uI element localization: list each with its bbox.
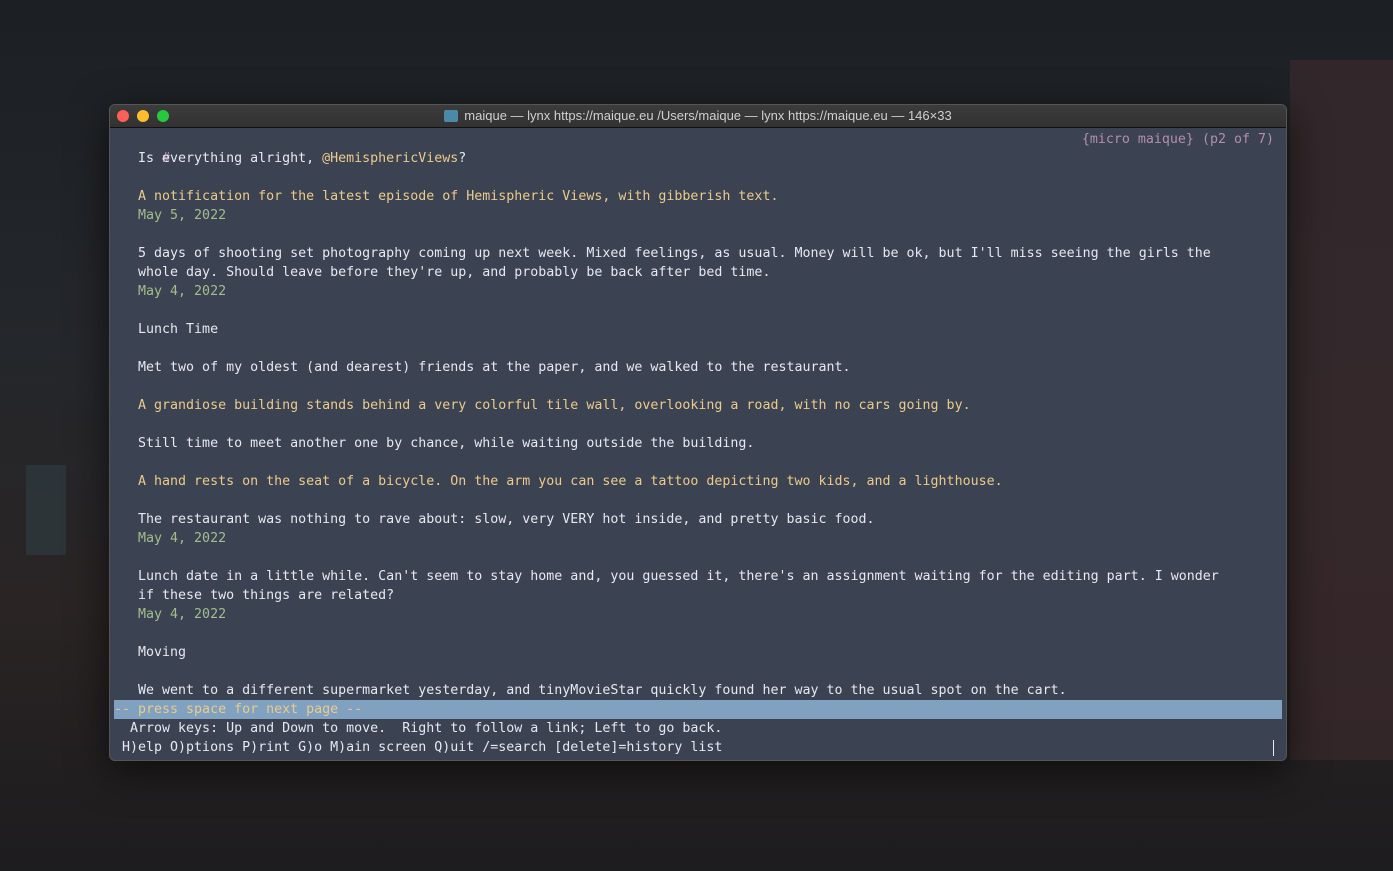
text-line: May 4, 2022 [114,529,1282,548]
text-line: Still time to meet another one by chance… [114,434,1282,453]
text-segment: ? [458,151,467,166]
help-line-commands: H)elp O)ptions P)rint G)o M)ain screen Q… [114,740,723,755]
text-line: May 5, 2022 [114,206,1282,225]
text-segment: Is everything alright, [114,151,323,166]
text-segment: Still time to meet another one by chance… [114,436,755,451]
text-line: We went to a different supermarket yeste… [114,681,1282,700]
next-page-prompt: -- press space for next page -- [114,700,1282,719]
help-line-arrows: Arrow keys: Up and Down to move. Right t… [114,721,723,736]
text-segment: whole day. Should leave before they're u… [114,265,771,280]
text-segment: Lunch Time [114,322,219,337]
text-segment: 5 days of shooting set photography comin… [114,246,1211,261]
text-line: A grandiose building stands behind a ver… [114,396,1282,415]
terminal-window: maique — lynx https://maique.eu /Users/m… [109,104,1287,761]
link[interactable]: May 4, 2022 [114,607,226,622]
text-line: Is everything alright, @HemisphericViews… [114,149,1282,168]
text-line: A hand rests on the seat of a bicycle. O… [114,472,1282,491]
text-line: Moving [114,643,1282,662]
link[interactable]: May 4, 2022 [114,284,226,299]
text-line: Lunch Time [114,320,1282,339]
text-line: Met two of my oldest (and dearest) frien… [114,358,1282,377]
text-line: Lunch date in a little while. Can't seem… [114,567,1282,586]
text-segment: A grandiose building stands behind a ver… [114,398,971,413]
link[interactable]: @HemisphericViews [322,151,458,166]
text-line: May 4, 2022 [114,282,1282,301]
text-line: if these two things are related? [114,586,1282,605]
folder-icon [444,110,459,122]
text-line: May 4, 2022 [114,605,1282,624]
text-segment: A notification for the latest episode of… [114,189,779,204]
text-segment: A hand rests on the seat of a bicycle. O… [114,474,1003,489]
close-button[interactable] [117,110,129,122]
text-segment: Moving [114,645,187,660]
window-title: maique — lynx https://maique.eu /Users/m… [464,108,952,123]
link[interactable]: May 4, 2022 [114,531,226,546]
text-segment: Met two of my oldest (and dearest) frien… [114,360,851,375]
header-row: # {micro maique} (p2 of 7) [114,130,1282,166]
minimize-button[interactable] [137,110,149,122]
link[interactable]: May 5, 2022 [114,208,226,223]
text-line: The restaurant was nothing to rave about… [114,510,1282,529]
background-sign [26,465,66,555]
page-info: {micro maique} (p2 of 7) [1081,132,1274,147]
text-line: whole day. Should leave before they're u… [114,263,1282,282]
text-line: 5 days of shooting set photography comin… [114,244,1282,263]
text-segment: Lunch date in a little while. Can't seem… [114,569,1219,584]
text-segment: We went to a different supermarket yeste… [114,683,1067,698]
text-segment: if these two things are related? [114,588,395,603]
terminal-content[interactable]: # {micro maique} (p2 of 7) Is everything… [114,130,1282,760]
text-segment: The restaurant was nothing to rave about… [114,512,875,527]
zoom-button[interactable] [157,110,169,122]
cursor [1273,740,1274,756]
title-bar[interactable]: maique — lynx https://maique.eu /Users/m… [110,105,1286,128]
text-line: A notification for the latest episode of… [114,187,1282,206]
background-building [1290,60,1393,760]
